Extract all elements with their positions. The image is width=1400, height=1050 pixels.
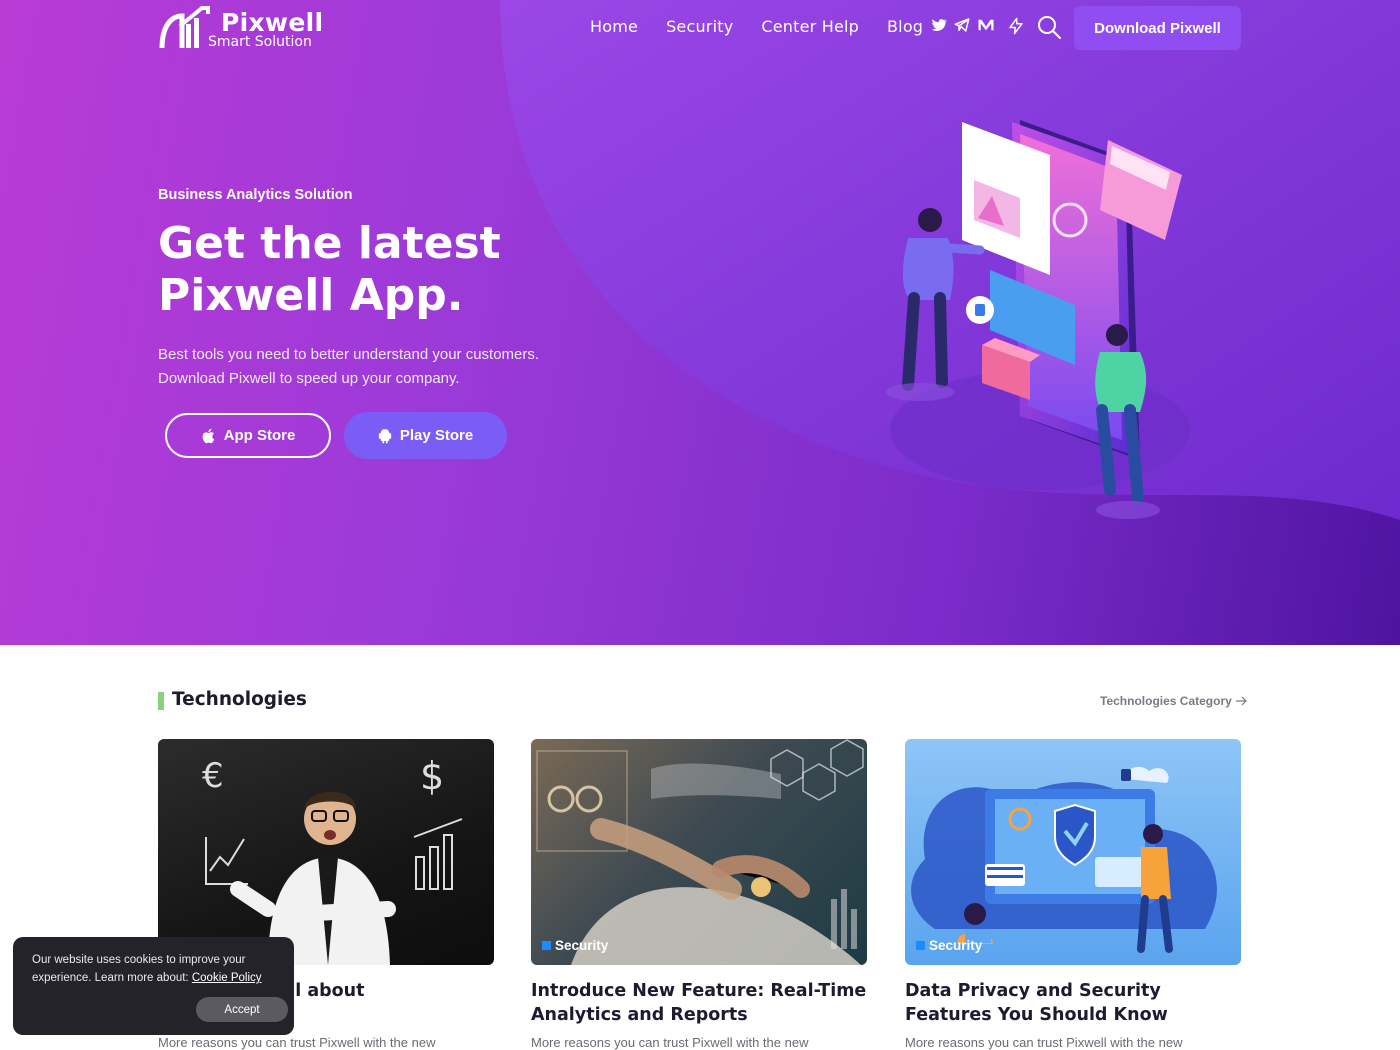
social-links	[929, 16, 1025, 35]
android-icon	[378, 428, 391, 443]
businessman-chalkboard-image: € $	[202, 754, 463, 965]
hero-lead-line-1: Best tools you need to better understand…	[158, 346, 540, 363]
post-thumbnail[interactable]: Security	[531, 739, 867, 965]
brand-name: Pixwell	[221, 8, 324, 37]
post-card[interactable]: Security Introduce New Feature: Real-Tim…	[531, 739, 867, 1050]
post-thumbnail[interactable]: € $	[158, 739, 494, 965]
hero-title-line-2: Pixwell App.	[158, 270, 464, 321]
category-square-icon	[916, 941, 925, 950]
telegram-icon[interactable]	[953, 16, 971, 34]
category-tag[interactable]: Security	[542, 938, 608, 953]
category-label: Security	[929, 938, 983, 953]
bolt-icon[interactable]	[1007, 16, 1025, 35]
post-title[interactable]: Introduce New Feature: Real-Time Analyti…	[531, 979, 867, 1027]
category-square-icon	[542, 941, 551, 950]
post-excerpt: More reasons you can trust Pixwell with …	[905, 1035, 1183, 1050]
nav-item-home[interactable]: Home	[590, 17, 638, 36]
cookie-banner: Our website uses cookies to improve your…	[13, 937, 294, 1035]
category-tag[interactable]: Security	[916, 938, 982, 953]
section-title: Technologies	[172, 689, 307, 710]
accept-cookies-button[interactable]: Accept	[196, 997, 288, 1022]
hero-title-line-1: Get the latest	[158, 218, 501, 269]
hero-eyebrow: Business Analytics Solution	[158, 187, 353, 203]
twitter-icon[interactable]	[929, 16, 947, 34]
hero-section: Pixwell Smart Solution Home Security Cen…	[0, 0, 1400, 645]
technologies-category-link[interactable]: Technologies Category	[1100, 694, 1248, 708]
hero-lead-line-2: Download Pixwell to speed up your compan…	[158, 369, 460, 387]
cookie-policy-link[interactable]: Cookie Policy	[192, 972, 262, 984]
app-store-button[interactable]: App Store	[165, 413, 331, 458]
post-thumbnail[interactable]: Security	[905, 739, 1241, 965]
analytics-hands-image	[536, 739, 864, 965]
app-store-label: App Store	[223, 427, 296, 444]
hero-illustration	[886, 120, 1190, 519]
nav-item-center-help[interactable]: Center Help	[761, 17, 859, 36]
nav-item-blog[interactable]: Blog	[887, 17, 923, 36]
technologies-category-label: Technologies Category	[1100, 694, 1232, 708]
svg-text:€: €	[202, 756, 224, 796]
security-illustration-image	[911, 766, 1217, 953]
post-excerpt: More reasons you can trust Pixwell with …	[531, 1035, 809, 1050]
play-store-label: Play Store	[399, 427, 474, 444]
section-marker	[158, 692, 164, 710]
hero-title: Get the latest Pixwell App.	[158, 218, 678, 322]
post-excerpt: More reasons you can trust Pixwell with …	[158, 1035, 436, 1050]
post-card[interactable]: Security Data Privacy and Security Featu…	[905, 739, 1241, 1050]
svg-text:$: $	[420, 754, 444, 798]
arrow-right-icon	[1235, 696, 1247, 706]
nav-item-security[interactable]: Security	[666, 17, 733, 36]
search-icon[interactable]	[1036, 14, 1062, 40]
medium-icon[interactable]	[977, 16, 995, 34]
category-label: Security	[555, 938, 609, 953]
download-button[interactable]: Download Pixwell	[1074, 6, 1241, 50]
post-title[interactable]: Data Privacy and Security Features You S…	[905, 979, 1241, 1027]
brand-tagline: Smart Solution	[208, 34, 312, 50]
hero-lead: Best tools you need to better understand…	[158, 343, 598, 390]
brand-logo[interactable]: Pixwell Smart Solution	[158, 6, 328, 52]
play-store-button[interactable]: Play Store	[344, 412, 507, 459]
apple-icon	[202, 428, 214, 443]
cookie-message: Our website uses cookies to improve your…	[32, 951, 282, 987]
main-nav: Home Security Center Help Blog	[590, 17, 951, 36]
